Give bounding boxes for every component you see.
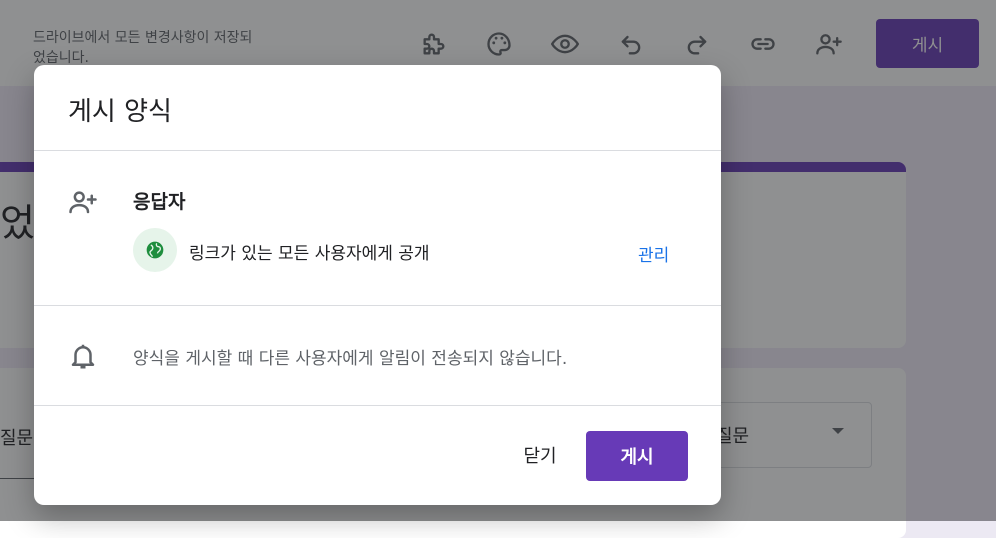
- respondents-icon: [66, 185, 100, 219]
- dialog-publish-button[interactable]: 게시: [586, 431, 688, 481]
- dialog-title: 게시 양식: [68, 97, 172, 127]
- respondents-heading: 응답자: [133, 191, 186, 213]
- manage-button[interactable]: 관리: [630, 237, 677, 270]
- access-setting: 링크가 있는 모든 사용자에게 공개: [189, 244, 430, 264]
- publish-dialog: 게시 양식 응답자 링크가 있는 모든 사용자에게 공개 관리 양식을 게시할 …: [34, 65, 721, 505]
- divider: [34, 305, 721, 306]
- divider: [34, 405, 721, 406]
- globe-icon: [133, 228, 177, 272]
- close-button[interactable]: 닫기: [504, 430, 576, 480]
- notification-notice: 양식을 게시할 때 다른 사용자에게 알림이 전송되지 않습니다.: [133, 349, 568, 369]
- bell-icon: [66, 339, 100, 373]
- divider: [34, 150, 721, 151]
